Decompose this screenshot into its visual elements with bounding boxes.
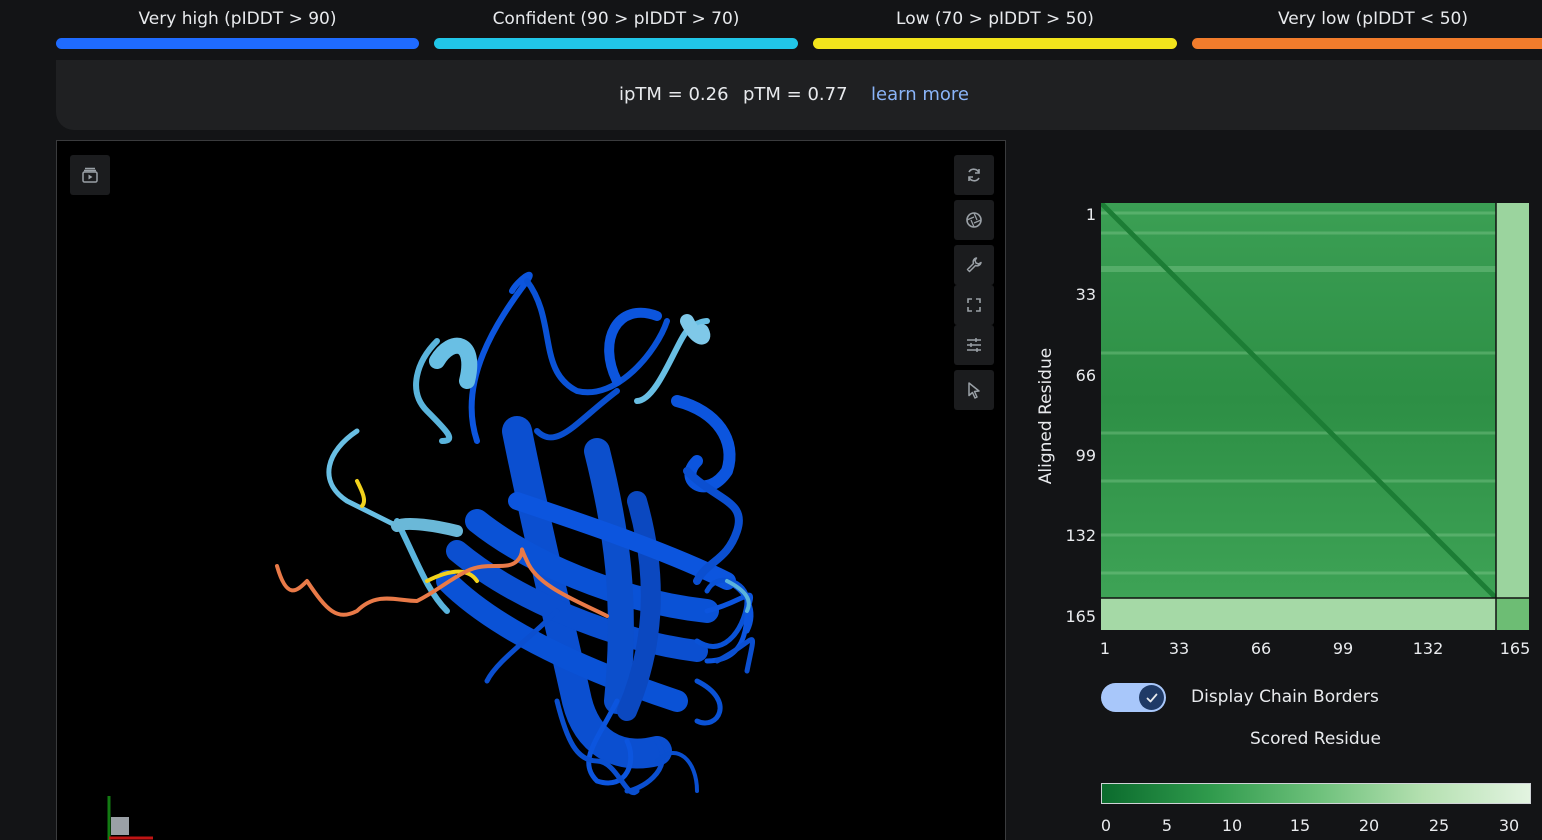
protein-structure[interactable] — [57, 141, 1006, 840]
fullscreen-icon — [967, 298, 981, 312]
x-tick: 1 — [1099, 639, 1111, 658]
colorbar-tick: 25 — [1428, 816, 1450, 835]
toggle-knob — [1139, 685, 1164, 710]
controls-button[interactable] — [954, 325, 994, 365]
x-tick: 33 — [1168, 639, 1190, 658]
legend-bar — [434, 38, 798, 49]
rotate-icon — [968, 168, 980, 182]
pae-colorbar — [1101, 783, 1531, 804]
legend-label: Confident (90 > pIDDT > 70) — [492, 9, 740, 29]
legend-bar — [813, 38, 1177, 49]
score-panel: ipTM = 0.26 pTM = 0.77 learn more — [56, 60, 1542, 130]
legend-low: Low (70 > pIDDT > 50) — [813, 0, 1177, 56]
legend-label: Very high (pIDDT > 90) — [138, 9, 337, 29]
colorbar-tick: 0 — [1100, 816, 1112, 835]
play-panel-icon — [82, 167, 98, 183]
pae-heatmap[interactable] — [1101, 203, 1529, 630]
axes-gizmo — [107, 796, 153, 840]
sliders-icon — [967, 338, 981, 352]
legend-very-low: Very low (pIDDT < 50) — [1192, 0, 1542, 56]
play-animation-button[interactable] — [70, 155, 110, 195]
colorbar-tick: 5 — [1161, 816, 1173, 835]
check-icon — [1146, 693, 1157, 702]
x-tick: 165 — [1499, 639, 1531, 658]
x-tick: 99 — [1332, 639, 1354, 658]
legend-bar — [56, 38, 419, 49]
colorbar-tick: 15 — [1289, 816, 1311, 835]
structure-viewer[interactable] — [56, 140, 1006, 840]
y-tick: 132 — [1065, 526, 1096, 545]
legend-bar — [1192, 38, 1542, 49]
learn-more-link[interactable]: learn more — [871, 84, 969, 105]
fullscreen-button[interactable] — [954, 285, 994, 325]
screenshot-button[interactable] — [954, 200, 994, 240]
pae-x-axis-label: Scored Residue — [1250, 729, 1381, 749]
y-tick: 99 — [1075, 446, 1096, 465]
chain-borders-toggle[interactable] — [1101, 683, 1166, 712]
y-tick: 33 — [1075, 285, 1096, 304]
settings-button[interactable] — [954, 245, 994, 285]
legend-label: Low (70 > pIDDT > 50) — [896, 9, 1094, 29]
ptm-score: pTM = 0.77 — [743, 84, 848, 105]
y-tick: 165 — [1065, 607, 1096, 626]
legend-very-high: Very high (pIDDT > 90) — [56, 0, 419, 56]
legend-confident: Confident (90 > pIDDT > 70) — [434, 0, 798, 56]
colorbar-tick: 20 — [1358, 816, 1380, 835]
x-tick: 66 — [1250, 639, 1272, 658]
y-tick: 1 — [1085, 205, 1096, 224]
pae-y-axis-label: Aligned Residue — [1036, 347, 1056, 485]
wrench-icon — [966, 257, 982, 273]
x-tick: 132 — [1412, 639, 1444, 658]
legend-label: Very low (pIDDT < 50) — [1278, 9, 1468, 29]
plddt-legend: Very high (pIDDT > 90) Confident (90 > p… — [0, 0, 1542, 56]
iptm-score: ipTM = 0.26 — [619, 84, 729, 105]
selection-mode-button[interactable] — [954, 370, 994, 410]
camera-icon — [966, 212, 982, 228]
colorbar-tick: 30 — [1498, 816, 1520, 835]
colorbar-tick: 10 — [1221, 816, 1243, 835]
y-tick: 66 — [1075, 366, 1096, 385]
pointer-icon — [968, 382, 980, 399]
reset-view-button[interactable] — [954, 155, 994, 195]
chain-borders-label: Display Chain Borders — [1191, 687, 1379, 707]
